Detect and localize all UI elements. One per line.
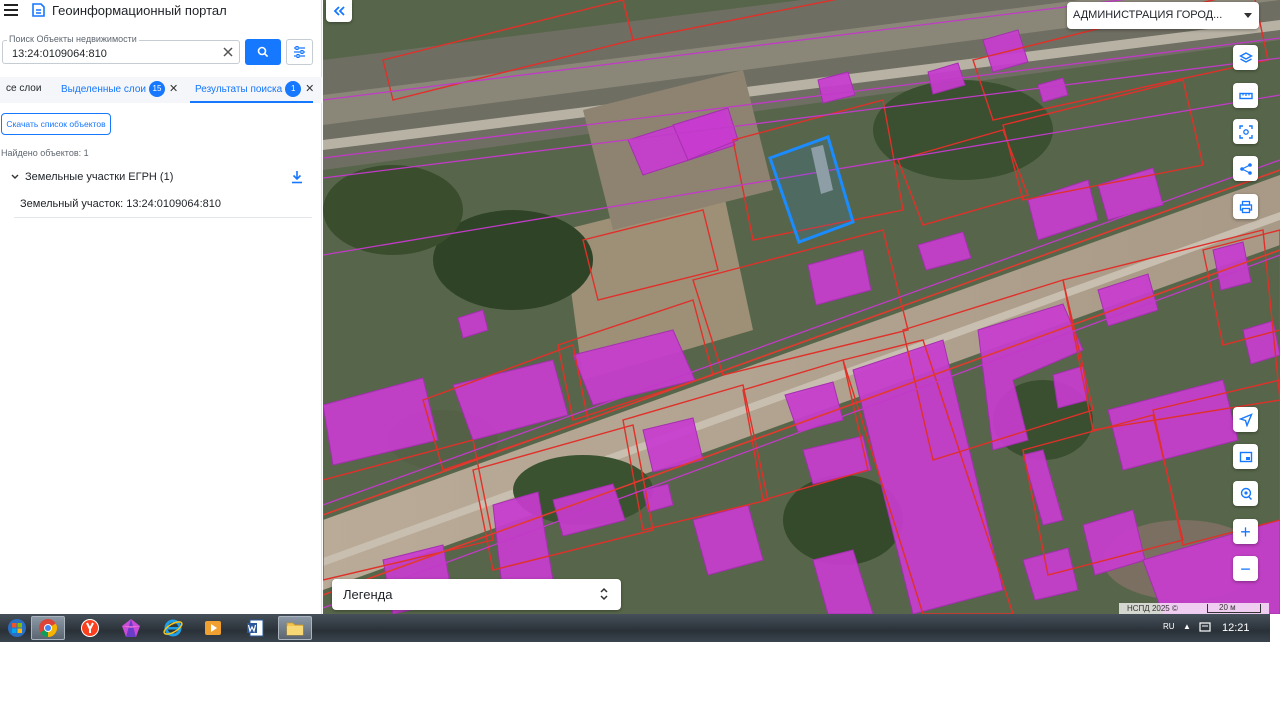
- portal-logo-icon: [32, 3, 45, 17]
- tab-bar: се слои Выделенные слои 15 ✕ Результаты по…: [0, 77, 322, 103]
- measure-button[interactable]: [1233, 83, 1258, 108]
- share-button[interactable]: [1233, 156, 1258, 181]
- start-orb-icon: [8, 619, 26, 637]
- map-view[interactable]: АДМИНИСТРАЦИЯ ГОРОД... + − Легенда НСПД …: [323, 0, 1280, 614]
- word-icon: [247, 619, 264, 637]
- collapse-panel-button[interactable]: [326, 0, 352, 22]
- filter-button[interactable]: [286, 39, 313, 65]
- tab-all-layers[interactable]: се слои: [6, 77, 41, 103]
- map-attribution: НСПД 2025 © 20 м: [1119, 603, 1269, 614]
- area-select-button[interactable]: [1233, 119, 1258, 144]
- tab-selected-layers[interactable]: Выделенные слои 15 ✕: [61, 77, 178, 103]
- taskbar-word[interactable]: [238, 616, 272, 640]
- minimap-icon: [1239, 451, 1252, 462]
- taskbar-yandex[interactable]: [73, 616, 107, 640]
- menu-icon[interactable]: [4, 4, 18, 16]
- find-location-button[interactable]: [1233, 481, 1258, 506]
- location-search-icon: [1240, 487, 1252, 500]
- close-icon[interactable]: ✕: [169, 77, 178, 101]
- clock[interactable]: 12:21: [1222, 622, 1250, 634]
- search-button[interactable]: [245, 39, 281, 65]
- yandex-browser-icon: [81, 619, 99, 637]
- page: Геоинформационный портал Поиск Объекты н…: [0, 0, 1280, 720]
- count-badge: 1: [285, 81, 302, 97]
- taskbar-media-player[interactable]: [196, 616, 230, 640]
- app-title: Геоинформационный портал: [52, 3, 227, 18]
- zoom-in-button[interactable]: +: [1233, 519, 1258, 544]
- internet-explorer-icon: [163, 619, 183, 637]
- ruler-icon: [1238, 92, 1253, 99]
- administration-select-value: АДМИНИСТРАЦИЯ ГОРОД...: [1073, 9, 1223, 21]
- action-center-icon[interactable]: [1199, 622, 1211, 632]
- results-group-header[interactable]: Земельные участки ЕГРН (1): [10, 170, 310, 186]
- filter-settings-icon: [294, 46, 305, 58]
- expand-collapse-icon: [600, 587, 608, 601]
- windows-taskbar: RU ▲ 12:21: [0, 614, 1270, 642]
- navigation-arrow-icon: [1238, 412, 1253, 427]
- area-select-icon: [1238, 124, 1253, 139]
- media-player-icon: [205, 621, 221, 635]
- sidebar-panel: Геоинформационный портал Поиск Объекты н…: [0, 0, 322, 614]
- print-button[interactable]: [1233, 194, 1258, 219]
- crystal-app-icon: [122, 619, 140, 637]
- search-field-label: Поиск Объекты недвижимости: [7, 34, 139, 44]
- taskbar-crystal-app[interactable]: [114, 616, 148, 640]
- tab-label: Выделенные слои: [61, 84, 146, 95]
- administration-select[interactable]: АДМИНИСТРАЦИЯ ГОРОД...: [1067, 2, 1259, 29]
- language-indicator[interactable]: RU: [1163, 622, 1175, 631]
- scale-label: 20 м: [1219, 603, 1236, 612]
- count-badge: 15: [149, 81, 165, 97]
- zoom-out-button[interactable]: −: [1233, 556, 1258, 581]
- share-icon: [1239, 162, 1252, 175]
- close-icon[interactable]: ✕: [305, 77, 314, 101]
- chrome-icon: [39, 619, 58, 637]
- group-title: Земельные участки ЕГРН (1): [25, 171, 174, 183]
- clear-icon[interactable]: [220, 44, 236, 60]
- legend-label: Легенда: [343, 587, 393, 602]
- tab-label: се слои: [6, 83, 42, 94]
- file-explorer-icon: [286, 622, 304, 636]
- start-button[interactable]: [0, 616, 34, 640]
- printer-icon: [1239, 200, 1252, 213]
- geolocation-button[interactable]: [1233, 407, 1258, 432]
- tab-label: Результаты поиска: [195, 84, 283, 95]
- double-chevron-left-icon: [333, 6, 345, 16]
- plus-icon: +: [1240, 521, 1251, 542]
- chevron-down-icon: [11, 174, 19, 179]
- download-list-button[interactable]: Скачать список объектов: [1, 113, 111, 135]
- download-icon[interactable]: [291, 170, 303, 184]
- minus-icon: −: [1240, 558, 1251, 579]
- minimap-button[interactable]: [1233, 444, 1258, 469]
- list-item[interactable]: Земельный участок: 13:24:0109064:810: [14, 192, 312, 218]
- copyright-text: НСПД 2025 ©: [1127, 604, 1178, 613]
- taskbar-file-explorer[interactable]: [278, 616, 312, 640]
- show-hidden-icons-icon[interactable]: ▲: [1183, 622, 1191, 631]
- legend-panel[interactable]: Легенда: [332, 579, 621, 610]
- tab-search-results[interactable]: Результаты поиска 1 ✕: [190, 77, 314, 103]
- satellite-map[interactable]: [323, 0, 1280, 614]
- search-icon: [257, 46, 269, 58]
- taskbar-chrome[interactable]: [31, 616, 65, 640]
- caret-down-icon: [1244, 13, 1252, 18]
- found-count: Найдено объектов: 1: [1, 148, 89, 158]
- taskbar-internet-explorer[interactable]: [156, 616, 190, 640]
- layers-icon: [1238, 51, 1253, 63]
- layers-button[interactable]: [1233, 45, 1258, 70]
